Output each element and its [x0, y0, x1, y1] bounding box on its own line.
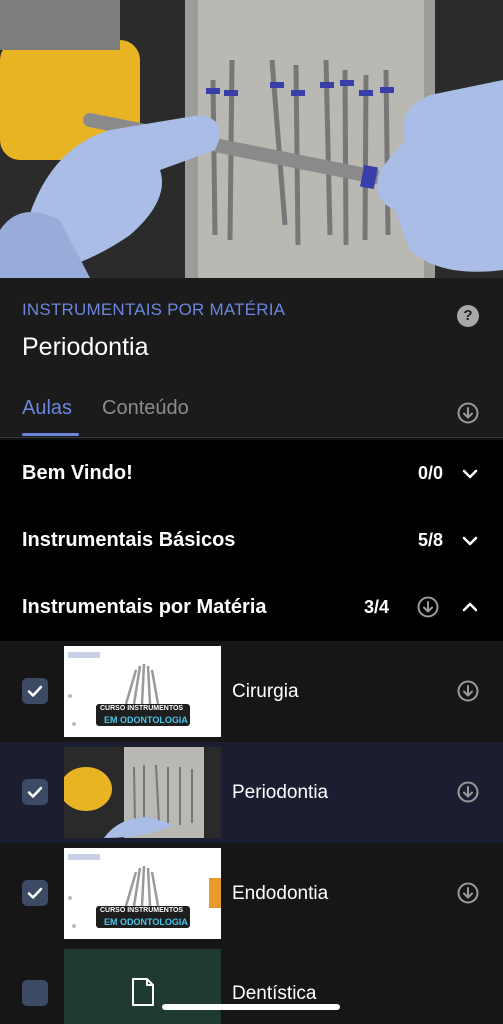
section-progress: 0/0	[418, 463, 444, 483]
lesson-checkbox[interactable]	[22, 779, 48, 805]
section-download-button[interactable]	[417, 596, 439, 623]
section-title: Bem Vindo!	[22, 462, 133, 484]
download-all-button[interactable]	[457, 402, 479, 429]
document-icon	[132, 978, 154, 1006]
check-icon	[27, 685, 43, 697]
lesson-thumbnail: CURSO INSTRUMENTOS EM ODONTOLOGIA	[64, 646, 221, 737]
thumbnail-caption: CURSO INSTRUMENTOS	[100, 907, 184, 914]
home-indicator[interactable]	[162, 1004, 340, 1010]
video-frame-illustration	[0, 0, 503, 278]
lesson-thumbnail: CURSO INSTRUMENTOS EM ODONTOLOGIA	[64, 848, 221, 939]
lesson-label: Cirurgia	[232, 681, 299, 702]
help-icon[interactable]: ?	[457, 305, 479, 327]
chevron-down-icon[interactable]	[460, 531, 480, 556]
section-progress: 3/4	[364, 597, 390, 617]
tab-conteudo[interactable]: Conteúdo	[102, 397, 189, 420]
download-icon	[457, 402, 479, 424]
download-icon	[457, 680, 479, 702]
header-divider	[0, 437, 503, 438]
chevron-up-icon[interactable]	[460, 597, 480, 622]
lesson-checkbox[interactable]	[22, 880, 48, 906]
tab-aulas[interactable]: Aulas	[22, 397, 72, 420]
lesson-checkbox[interactable]	[22, 678, 48, 704]
check-icon	[27, 786, 43, 798]
lesson-download-button[interactable]	[457, 781, 479, 808]
lesson-thumbnail	[64, 747, 221, 838]
download-icon	[417, 596, 439, 618]
chevron-down-icon[interactable]	[460, 464, 480, 489]
download-icon	[457, 781, 479, 803]
lesson-thumbnail	[64, 949, 221, 1024]
lesson-download-button[interactable]	[457, 680, 479, 707]
thumbnail-caption: EM ODONTOLOGIA	[104, 917, 188, 927]
lesson-download-button[interactable]	[457, 882, 479, 909]
download-icon	[457, 882, 479, 904]
lesson-label: Endodontia	[232, 883, 329, 904]
instruments-illustration	[64, 747, 204, 838]
section-title: Instrumentais por Matéria	[22, 596, 267, 618]
module-eyebrow: INSTRUMENTAIS POR MATÉRIA	[22, 300, 286, 319]
check-icon	[27, 887, 43, 899]
lesson-checkbox[interactable]	[22, 980, 48, 1006]
thumbnail-caption: EM ODONTOLOGIA	[104, 715, 188, 725]
lesson-label: Dentística	[232, 983, 317, 1004]
thumbnail-caption: CURSO INSTRUMENTOS	[100, 705, 184, 712]
section-progress: 5/8	[418, 530, 444, 550]
lesson-title: Periodontia	[22, 333, 149, 361]
lesson-label: Periodontia	[232, 782, 329, 803]
section-title: Instrumentais Básicos	[22, 529, 236, 551]
tab-active-indicator	[22, 433, 79, 436]
video-player[interactable]	[0, 0, 503, 278]
